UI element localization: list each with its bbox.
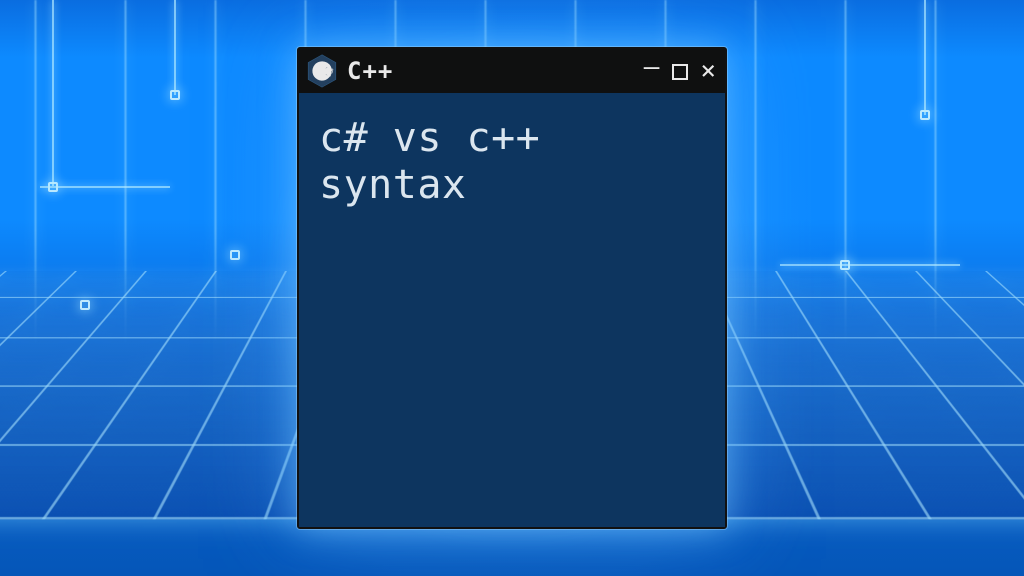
close-button[interactable]: × bbox=[700, 58, 717, 84]
cpp-hexagon-icon: + + bbox=[307, 54, 337, 88]
minimize-button[interactable]: — bbox=[644, 54, 661, 80]
window-body-text: c# vs c++ syntax bbox=[299, 93, 725, 527]
app-window: + + C++ — × c# vs c++ syntax bbox=[297, 47, 727, 529]
svg-text:+: + bbox=[326, 67, 329, 73]
window-controls: — × bbox=[644, 58, 717, 84]
maximize-button[interactable] bbox=[672, 64, 688, 80]
svg-text:+: + bbox=[330, 67, 333, 73]
window-title: C++ bbox=[347, 57, 634, 85]
titlebar[interactable]: + + C++ — × bbox=[299, 49, 725, 93]
